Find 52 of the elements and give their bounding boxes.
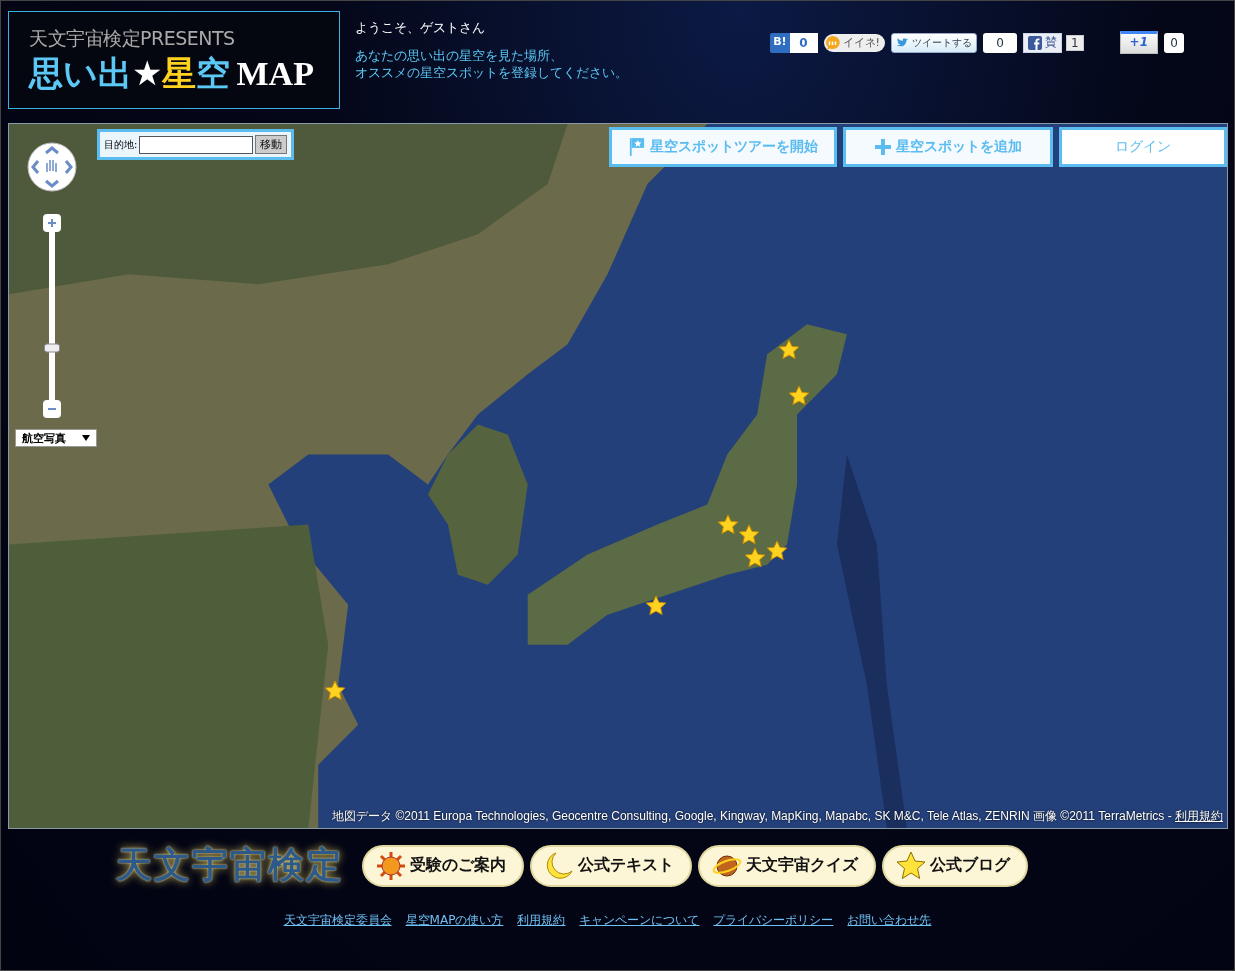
star-marker-icon[interactable] bbox=[324, 679, 347, 702]
footer-link[interactable]: キャンペーンについて bbox=[579, 912, 700, 929]
plus-one-button[interactable]: +1 bbox=[1119, 31, 1158, 54]
nav-button[interactable]: 受験のご案内 bbox=[362, 844, 524, 887]
footer-link[interactable]: 星空MAPの使い方 bbox=[405, 912, 504, 929]
star-marker-icon[interactable] bbox=[744, 546, 767, 569]
logo-title: 思い出★星空 MAP bbox=[29, 52, 315, 95]
star-marker-icon[interactable] bbox=[738, 523, 761, 546]
destination-label: 目的地: bbox=[104, 137, 138, 152]
footer-link[interactable]: お問い合わせ先 bbox=[847, 912, 932, 929]
footer-link[interactable]: 利用規約 bbox=[517, 912, 566, 929]
zoom-out-button[interactable] bbox=[43, 400, 61, 418]
tweet-count: 0 bbox=[982, 32, 1017, 53]
star-marker-icon[interactable] bbox=[717, 513, 740, 536]
bird-icon bbox=[895, 37, 910, 48]
map-type-dropdown[interactable]: 航空写真 bbox=[15, 429, 97, 447]
star-marker-icon[interactable] bbox=[778, 339, 801, 362]
welcome-text: ようこそ、ゲストさん bbox=[355, 19, 486, 37]
logo-subtitle: 天文宇宙検定PRESENTS bbox=[29, 26, 236, 51]
terms-link[interactable]: 利用規約 bbox=[1175, 809, 1223, 823]
tweet-button[interactable]: ツイートする bbox=[890, 32, 977, 53]
footer-logo: 天文宇宙検定 bbox=[116, 843, 344, 887]
plus-icon bbox=[874, 137, 891, 157]
nav-button[interactable]: 天文宇宙クイズ bbox=[698, 844, 876, 887]
like-button[interactable]: イイネ! bbox=[823, 33, 885, 52]
destination-input[interactable] bbox=[139, 135, 254, 154]
star-icon bbox=[896, 850, 926, 881]
star-marker-icon[interactable] bbox=[645, 594, 668, 617]
star-marker-icon[interactable] bbox=[766, 539, 789, 562]
sun-icon bbox=[376, 850, 406, 881]
facebook-icon bbox=[1027, 35, 1042, 50]
go-button[interactable]: 移動 bbox=[255, 135, 288, 154]
nav-button[interactable]: 公式テキスト bbox=[530, 844, 692, 887]
footer-link[interactable]: 天文宇宙検定委員会 bbox=[283, 912, 392, 929]
map-attribution: 地図データ ©2011 Europa Technologies, Geocentre Consulting, Google, Kingway, MapKing, Mapabc, SK M&C, Tele Atlas, ZENRIN 画像 ©2011 TerraMetrics - 利用規約 bbox=[332, 808, 1223, 825]
plus-one-count: 0 bbox=[1164, 32, 1184, 53]
share-count: 0 bbox=[789, 32, 818, 53]
intro-message: あなたの思い出の星空を見た場所、 オススメの星空スポットを登録してください。 bbox=[355, 47, 628, 81]
crescent-moon-icon bbox=[544, 850, 574, 881]
footer-link[interactable]: プライバシーポリシー bbox=[713, 912, 834, 929]
flag-icon bbox=[628, 137, 645, 157]
like-button[interactable]: 賛 bbox=[1022, 32, 1062, 53]
pan-control-icon[interactable] bbox=[27, 142, 77, 192]
caret-icon bbox=[82, 435, 90, 441]
speech-bubble-icon bbox=[824, 34, 841, 51]
bookmark-button[interactable]: B! bbox=[770, 32, 790, 53]
nav-button[interactable]: 公式ブログ bbox=[882, 844, 1028, 887]
plus-icon bbox=[47, 218, 57, 228]
like-count: 1 bbox=[1065, 34, 1084, 51]
star-marker-icon[interactable] bbox=[788, 385, 811, 408]
zoom-in-button[interactable] bbox=[43, 214, 61, 232]
zoom-slider-handle[interactable] bbox=[44, 343, 60, 353]
